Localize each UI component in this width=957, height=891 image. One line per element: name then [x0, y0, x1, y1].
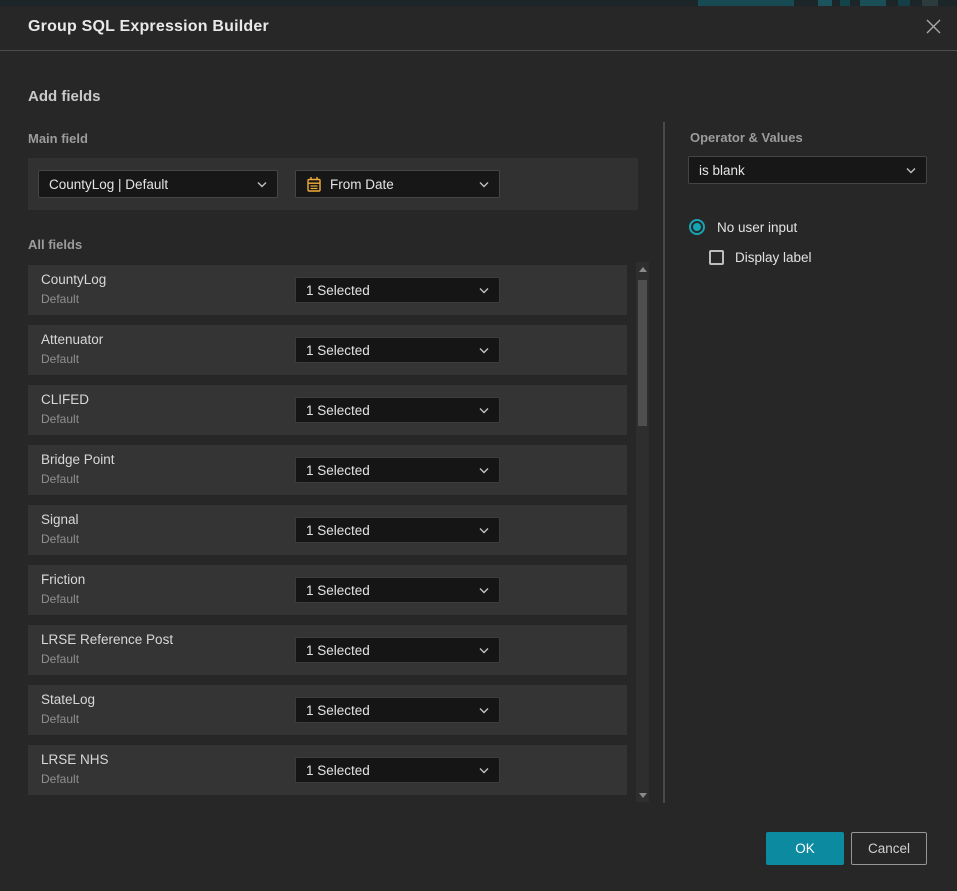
field-row: StateLog Default 1 Selected: [28, 685, 627, 735]
field-row: Friction Default 1 Selected: [28, 565, 627, 615]
field-selected-value: 1 Selected: [306, 523, 473, 538]
field-selected-value: 1 Selected: [306, 703, 473, 718]
checkbox-icon[interactable]: [709, 250, 724, 265]
group-sql-expression-builder-dialog: Group SQL Expression Builder Add fields …: [0, 6, 957, 891]
display-label-text: Display label: [735, 250, 812, 265]
field-selected-value: 1 Selected: [306, 643, 473, 658]
field-name: Bridge Point: [41, 452, 115, 467]
main-field-field-value: From Date: [330, 177, 473, 192]
operator-dropdown[interactable]: is blank: [688, 156, 927, 184]
field-subtitle: Default: [41, 772, 79, 786]
field-selected-value: 1 Selected: [306, 343, 473, 358]
field-selected-value: 1 Selected: [306, 283, 473, 298]
chevron-down-icon: [479, 647, 489, 654]
scrollbar-up-arrow[interactable]: [636, 264, 649, 274]
chevron-down-icon: [479, 587, 489, 594]
all-fields-list: CountyLog Default 1 Selected Attenuator …: [28, 265, 627, 805]
field-row: Signal Default 1 Selected: [28, 505, 627, 555]
radio-selected-icon[interactable]: [689, 219, 705, 235]
chevron-down-icon: [479, 767, 489, 774]
add-fields-heading: Add fields: [28, 88, 101, 105]
field-selected-value: 1 Selected: [306, 463, 473, 478]
close-icon: [925, 18, 942, 40]
field-subtitle: Default: [41, 412, 79, 426]
field-subtitle: Default: [41, 292, 79, 306]
field-selected-dropdown[interactable]: 1 Selected: [295, 757, 500, 783]
close-button[interactable]: [922, 18, 944, 40]
field-selected-dropdown[interactable]: 1 Selected: [295, 637, 500, 663]
scrollbar-thumb[interactable]: [638, 280, 647, 426]
calendar-icon: [306, 176, 322, 193]
chevron-down-icon: [479, 467, 489, 474]
field-name: Attenuator: [41, 332, 103, 347]
chevron-down-icon: [479, 347, 489, 354]
chevron-down-icon: [257, 181, 267, 188]
field-name: Friction: [41, 572, 85, 587]
field-subtitle: Default: [41, 472, 79, 486]
no-user-input-label: No user input: [717, 220, 797, 235]
field-row: Bridge Point Default 1 Selected: [28, 445, 627, 495]
all-fields-label: All fields: [28, 237, 82, 252]
field-selected-dropdown[interactable]: 1 Selected: [295, 397, 500, 423]
chevron-down-icon: [479, 527, 489, 534]
field-selected-dropdown[interactable]: 1 Selected: [295, 577, 500, 603]
field-subtitle: Default: [41, 652, 79, 666]
field-selected-dropdown[interactable]: 1 Selected: [295, 517, 500, 543]
main-field-source-value: CountyLog | Default: [49, 177, 251, 192]
field-name: StateLog: [41, 692, 95, 707]
operator-values-heading: Operator & Values: [690, 130, 803, 145]
cancel-button[interactable]: Cancel: [851, 832, 927, 865]
display-label-checkbox-row[interactable]: Display label: [709, 250, 812, 265]
field-subtitle: Default: [41, 712, 79, 726]
chevron-down-icon: [479, 287, 489, 294]
operator-value: is blank: [699, 163, 900, 178]
field-name: LRSE NHS: [41, 752, 109, 767]
field-subtitle: Default: [41, 352, 79, 366]
field-name: LRSE Reference Post: [41, 632, 173, 647]
field-row: LRSE Reference Post Default 1 Selected: [28, 625, 627, 675]
field-selected-dropdown[interactable]: 1 Selected: [295, 277, 500, 303]
main-field-label: Main field: [28, 131, 88, 146]
field-selected-dropdown[interactable]: 1 Selected: [295, 337, 500, 363]
field-name: CLIFED: [41, 392, 89, 407]
field-subtitle: Default: [41, 592, 79, 606]
field-selected-dropdown[interactable]: 1 Selected: [295, 697, 500, 723]
field-selected-value: 1 Selected: [306, 763, 473, 778]
main-field-source-dropdown[interactable]: CountyLog | Default: [38, 170, 278, 198]
field-row: CLIFED Default 1 Selected: [28, 385, 627, 435]
field-name: CountyLog: [41, 272, 106, 287]
column-divider: [663, 122, 665, 803]
no-user-input-radio-row[interactable]: No user input: [689, 219, 797, 235]
chevron-down-icon: [479, 181, 489, 188]
main-field-field-dropdown[interactable]: From Date: [295, 170, 500, 198]
field-row: Attenuator Default 1 Selected: [28, 325, 627, 375]
field-subtitle: Default: [41, 532, 79, 546]
scrollbar-down-arrow[interactable]: [636, 790, 649, 800]
ok-button[interactable]: OK: [766, 832, 844, 865]
chevron-down-icon: [479, 707, 489, 714]
field-name: Signal: [41, 512, 79, 527]
chevron-down-icon: [479, 407, 489, 414]
chevron-down-icon: [906, 167, 916, 174]
dialog-title: Group SQL Expression Builder: [28, 18, 269, 36]
field-row: CountyLog Default 1 Selected: [28, 265, 627, 315]
field-selected-dropdown[interactable]: 1 Selected: [295, 457, 500, 483]
dialog-header: Group SQL Expression Builder: [0, 6, 957, 51]
main-field-panel: CountyLog | Default From Date: [28, 158, 638, 210]
fields-scrollbar[interactable]: [636, 262, 649, 802]
field-selected-value: 1 Selected: [306, 583, 473, 598]
field-selected-value: 1 Selected: [306, 403, 473, 418]
field-row: LRSE NHS Default 1 Selected: [28, 745, 627, 795]
